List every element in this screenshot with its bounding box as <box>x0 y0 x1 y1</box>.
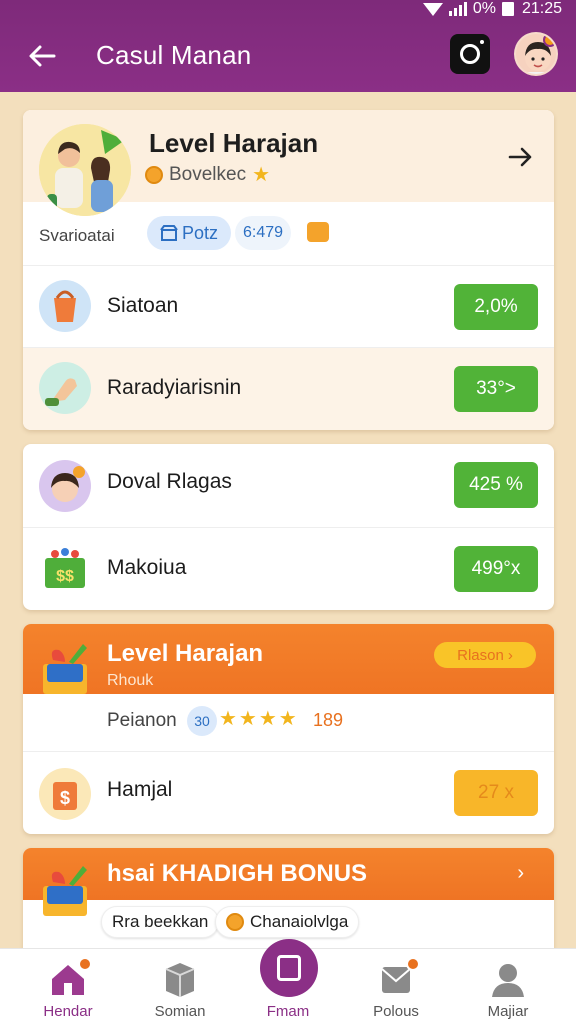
list-item[interactable]: Siatoan 2,0% <box>23 266 554 348</box>
battery-icon <box>501 2 514 16</box>
notification-badge <box>543 34 556 47</box>
open-level-button[interactable] <box>508 144 534 175</box>
value-pill[interactable]: 6:479 <box>235 216 291 250</box>
nav-label: Somian <box>154 1003 206 1020</box>
hand-icon <box>39 362 91 414</box>
nav-label: Majiar <box>487 1003 529 1020</box>
app-bar: 0% 21:25 Casul Manan <box>0 0 576 92</box>
signal-icon <box>448 2 467 16</box>
row-value-button[interactable]: 499°x <box>454 546 538 592</box>
document-icon <box>277 955 301 981</box>
row-label: Raradyiarisnin <box>107 376 242 399</box>
stars-icon: ★★★★ <box>219 708 299 730</box>
arrow-right-icon <box>508 147 532 167</box>
rating-badge: 30 <box>187 706 217 736</box>
box-icon <box>160 959 200 999</box>
ports-pill[interactable]: Potz <box>147 216 231 250</box>
gift-icon <box>39 640 91 694</box>
nav-item-profile[interactable]: Majiar <box>458 949 558 1024</box>
star-icon: ★ <box>252 164 271 186</box>
row-label: Doval Rlagas <box>107 470 232 493</box>
row-label: Hamjal <box>107 778 173 801</box>
back-button[interactable] <box>22 36 62 76</box>
row-value-button[interactable]: 425 % <box>454 462 538 508</box>
bucket-icon <box>39 280 91 332</box>
svg-text:$$: $$ <box>56 568 74 585</box>
gift-icon <box>39 862 91 916</box>
arrow-left-icon <box>29 45 56 67</box>
ports-pill-label: Potz <box>181 222 219 243</box>
nav-item-home[interactable]: Hendar <box>18 949 118 1024</box>
chevron-right-icon: › <box>517 862 524 884</box>
wifi-icon <box>422 2 443 16</box>
level-card-header: Level Harajan Bovelkec ★ <box>23 110 554 216</box>
rating-label: Peianon <box>107 710 177 731</box>
bonus-pill-button[interactable]: Rlason › <box>434 642 536 668</box>
svg-text:$: $ <box>60 788 70 808</box>
girl-avatar-icon <box>39 460 91 512</box>
tag-label: Rra beekkan <box>112 912 209 931</box>
money-box-icon: $$ <box>39 542 91 594</box>
list-item[interactable]: $$ Makoiua 499°x <box>23 528 554 610</box>
bottom-nav: Hendar Somian Fmam Polous Majiar <box>0 939 576 1024</box>
level-meta-row: Svarioatai Potz 6:479 <box>23 202 554 266</box>
signal-text: 0% <box>472 0 496 17</box>
meta-label: Svarioatai <box>39 226 115 245</box>
list-item[interactable]: Raradyiarisnin 33°> <box>23 348 554 430</box>
nav-item-polous[interactable]: Polous <box>346 949 446 1024</box>
value-pill-label: 6:479 <box>242 224 284 241</box>
shop-icon <box>160 225 178 241</box>
chevron-right-icon: › <box>507 646 513 664</box>
bonus-header[interactable]: hsai KHADIGH BONUS › <box>23 848 554 916</box>
members-card: Doval Rlagas 425 % $$ Makoiua 499°x <box>23 444 554 610</box>
nav-label: Hendar <box>43 1003 93 1020</box>
tag-chip[interactable]: Rra beekkan <box>101 906 220 938</box>
bonus-title: hsai KHADIGH BONUS <box>107 860 368 887</box>
row-value-button[interactable]: 2,0% <box>454 284 538 330</box>
page-title: Casul Manan <box>96 40 252 70</box>
row-value-button[interactable]: 27 x <box>454 770 538 816</box>
list-item[interactable]: $ Hamjal 27 x <box>23 752 554 834</box>
dollar-bag-icon: $ <box>39 768 91 820</box>
nav-item-somian[interactable]: Somian <box>130 949 230 1024</box>
list-item[interactable]: Doval Rlagas 425 % <box>23 444 554 528</box>
lock-icon[interactable] <box>307 222 329 242</box>
rating-row: Peianon 30 ★★★★ 189 <box>23 694 554 752</box>
person-icon <box>488 959 528 999</box>
reward-subtitle: Rhouk <box>107 672 154 689</box>
level-subtitle-row: Bovelkec ★ <box>145 162 270 187</box>
rating-count: 189 <box>313 710 344 730</box>
tag-chip[interactable]: Chanaiolvlga <box>215 906 360 938</box>
camera-button[interactable] <box>450 34 490 74</box>
status-time: 21:25 <box>521 0 562 17</box>
row-value-button[interactable]: 33°> <box>454 366 538 412</box>
avatar[interactable] <box>514 32 558 76</box>
nav-label: Fmam <box>266 1003 310 1020</box>
coin-icon <box>145 165 163 184</box>
level-card: Level Harajan Bovelkec ★ Svarioatai Potz… <box>23 110 554 430</box>
level-title: Level Harajan <box>149 128 319 158</box>
center-action-button[interactable] <box>260 939 318 997</box>
status-icons: 0% <box>422 0 514 18</box>
tag-label: Chanaiolvlga <box>250 912 349 931</box>
coin-icon <box>226 913 244 931</box>
row-label: Siatoan <box>107 294 179 317</box>
bonus-pill-label: Rlason <box>457 646 504 664</box>
row-label: Makoiua <box>107 556 187 579</box>
home-icon <box>48 957 92 999</box>
mail-icon <box>376 957 420 999</box>
reward-card: Level Harajan Rhouk Rlason › Peianon 30 … <box>23 624 554 834</box>
level-subtitle: Bovelkec <box>169 163 247 185</box>
nav-label: Polous <box>373 1003 419 1020</box>
status-bar: 0% 21:25 <box>422 0 562 18</box>
camera-icon <box>460 44 480 64</box>
reward-title: Level Harajan <box>107 640 264 667</box>
reward-header: Level Harajan Rhouk Rlason › <box>23 624 554 694</box>
